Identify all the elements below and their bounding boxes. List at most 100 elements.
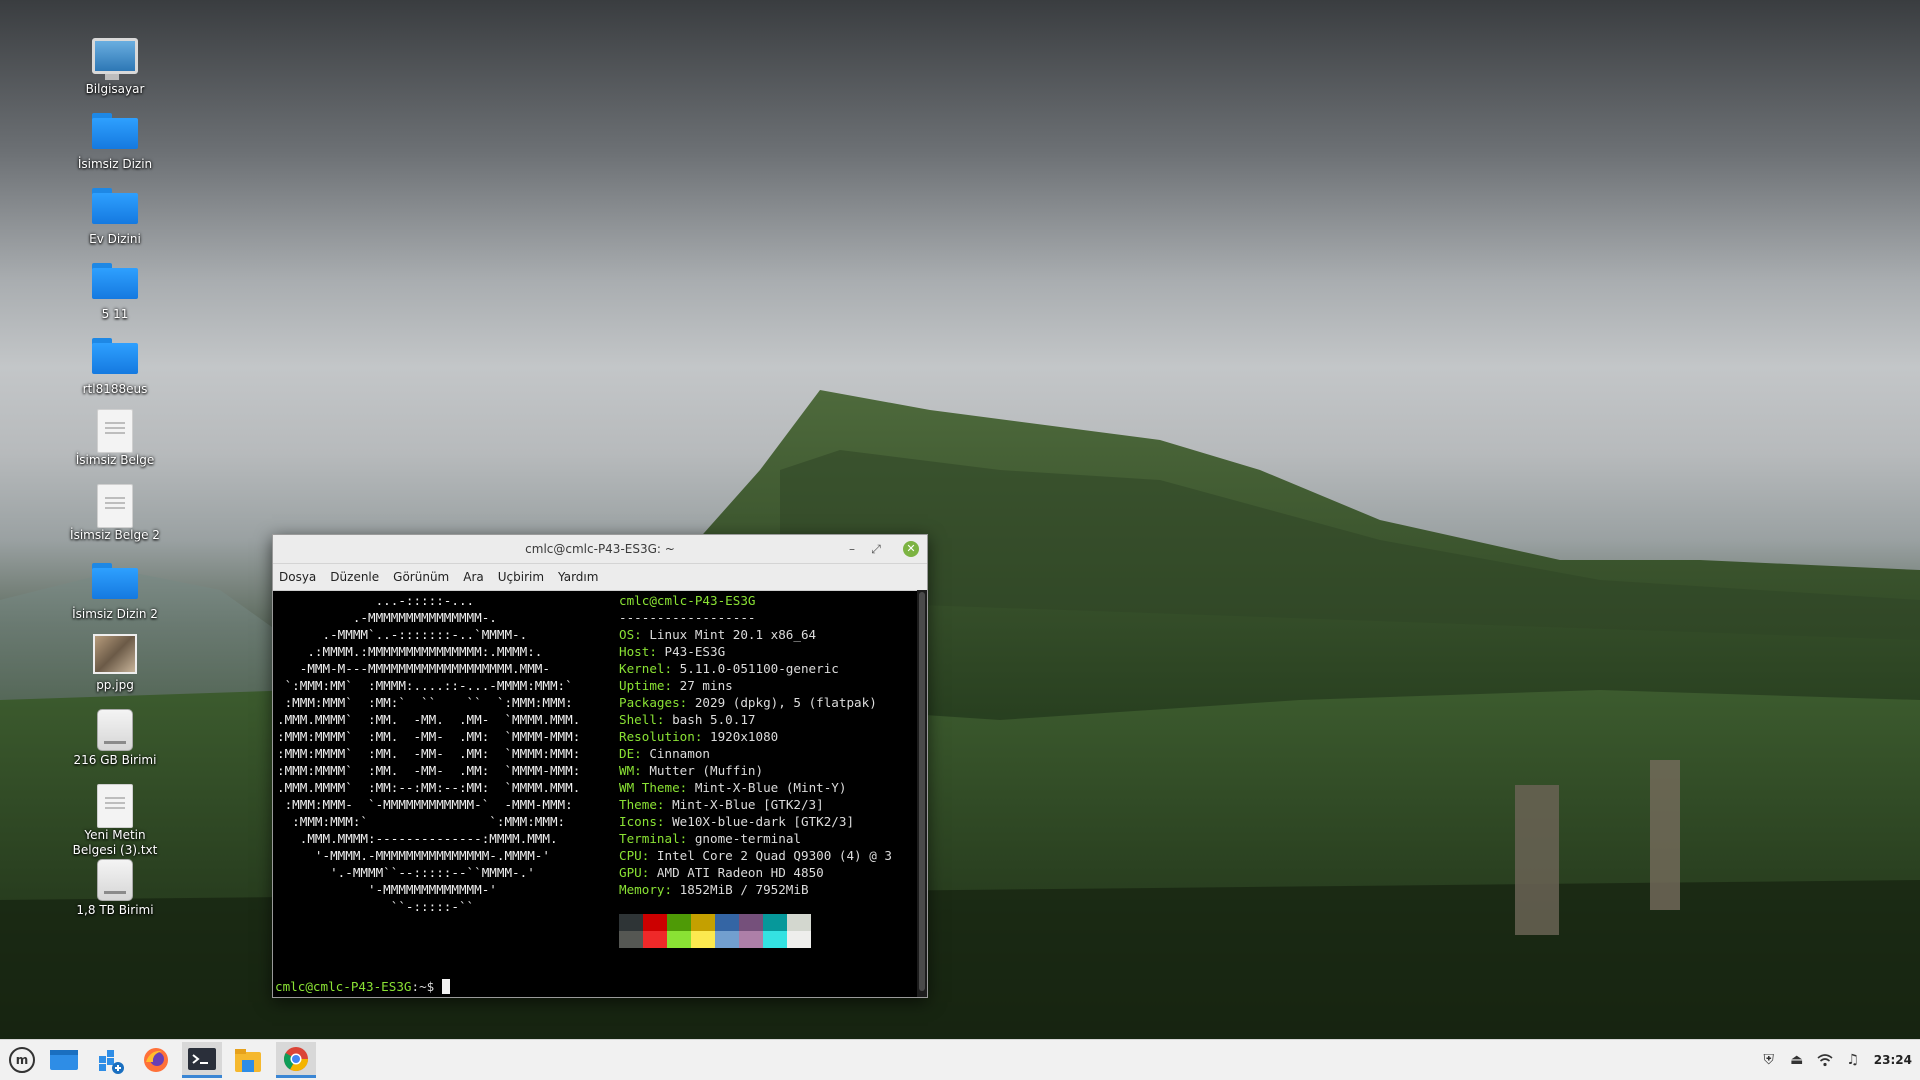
info-value: 1920x1080 (702, 729, 779, 744)
palette-swatch (619, 931, 643, 948)
show-desktop-button[interactable] (44, 1042, 84, 1078)
user-host: cmlc@cmlc-P43-ES3G (619, 593, 756, 608)
prompt-suffix: :~$ (411, 979, 442, 994)
desktop-item-document[interactable]: İsimsiz Belge 2 (60, 484, 170, 543)
computer-icon (92, 38, 138, 80)
menu-terminal[interactable]: Uçbirim (498, 570, 544, 584)
ascii-line: `:MMM:MM` :MMMM:....::-...-MMMM:MMM:` (277, 678, 573, 693)
terminal-window[interactable]: cmlc@cmlc-P43-ES3G: ~ – ⤢ ✕ Dosya Düzenl… (272, 534, 928, 998)
chrome-taskbar-button[interactable] (276, 1042, 316, 1078)
desktop-item-document[interactable]: Yeni Metin Belgesi (3).txt (60, 784, 170, 858)
info-value: Cinnamon (641, 746, 710, 761)
info-row: Host: P43-ES3G (619, 643, 892, 660)
separator: ------------------ (619, 610, 756, 625)
palette-swatch (643, 931, 667, 948)
software-manager-button[interactable] (90, 1042, 130, 1078)
terminal-output[interactable]: ...-:::::-... .-MMMMMMMMMMMMMMM-. .-MMMM… (273, 590, 917, 997)
ascii-line: .MMM.MMMM` :MM. -MM. .MM- `MMMM.MMM. (277, 712, 581, 727)
mint-menu-icon: m (9, 1047, 35, 1073)
info-row: Icons: We10X-blue-dark [GTK2/3] (619, 813, 892, 830)
info-key: Kernel: (619, 661, 673, 676)
info-row: OS: Linux Mint 20.1 x86_64 (619, 626, 892, 643)
info-key: Theme: (619, 797, 665, 812)
menu-file[interactable]: Dosya (279, 570, 316, 584)
palette-swatch (763, 914, 787, 931)
menu-edit[interactable]: Düzenle (330, 570, 379, 584)
desktop-item-image[interactable]: pp.jpg (60, 634, 170, 693)
desktop-item-label: Ev Dizini (89, 232, 141, 246)
palette-row (619, 914, 811, 931)
desktop-item-label: İsimsiz Dizin (77, 157, 153, 171)
desktop-item-label: 1,8 TB Birimi (76, 903, 154, 917)
document-icon (92, 484, 138, 528)
info-key: OS: (619, 627, 642, 642)
clock[interactable]: 23:24 (1874, 1053, 1912, 1067)
image-icon (92, 634, 138, 674)
info-row: Shell: bash 5.0.17 (619, 711, 892, 728)
desktop-item-folder[interactable]: İsimsiz Dizin 2 (60, 559, 170, 622)
scrollbar[interactable] (917, 590, 927, 997)
desktop-item-drive[interactable]: 216 GB Birimi (60, 709, 170, 768)
menu-help[interactable]: Yardım (558, 570, 598, 584)
info-row: WM Theme: Mint-X-Blue (Mint-Y) (619, 779, 892, 796)
info-key: DE: (619, 746, 642, 761)
info-value: Mint-X-Blue [GTK2/3] (664, 797, 824, 812)
info-value: We10X-blue-dark [GTK2/3] (664, 814, 855, 829)
mint-menu-button[interactable]: m (2, 1042, 42, 1078)
info-value: gnome-terminal (687, 831, 801, 846)
window-titlebar[interactable]: cmlc@cmlc-P43-ES3G: ~ – ⤢ ✕ (273, 535, 927, 564)
palette-swatch (739, 931, 763, 948)
desktop-item-folder[interactable]: İsimsiz Dizin (60, 109, 170, 172)
mint-ascii-logo: ...-:::::-... .-MMMMMMMMMMMMMMM-. .-MMMM… (277, 592, 580, 915)
desktop-item-label: 216 GB Birimi (73, 753, 157, 767)
folder-icon (92, 113, 138, 153)
scrollbar-thumb[interactable] (919, 592, 925, 991)
info-value: Intel Core 2 Quad Q9300 (4) @ 3 (649, 848, 892, 863)
drive-eject-icon[interactable]: ⏏ (1786, 1049, 1808, 1071)
ascii-line: '.-MMMM``--:::::--``MMMM-.' (277, 865, 535, 880)
ascii-line: .-MMMMMMMMMMMMMMM-. (277, 610, 497, 625)
wifi-icon[interactable] (1814, 1049, 1836, 1071)
ascii-line: .-MMMM`..-:::::::-..`MMMM-. (277, 627, 528, 642)
palette-swatch (763, 931, 787, 948)
desktop-item-drive[interactable]: 1,8 TB Birimi (60, 859, 170, 918)
info-key: CPU: (619, 848, 650, 863)
taskbar: m ⛨ ⏏ ♫ 23:24 (0, 1039, 1920, 1080)
desktop-item-label: rtl8188eus (82, 382, 148, 396)
folder-icon (92, 338, 138, 378)
info-value: AMD ATI Radeon HD 4850 (649, 865, 824, 880)
desktop-item-label: 5 11 (101, 307, 129, 321)
neofetch-info: cmlc@cmlc-P43-ES3G ------------------ OS: … (619, 592, 892, 898)
shield-icon[interactable]: ⛨ (1758, 1049, 1780, 1071)
software-manager-icon (99, 1050, 124, 1074)
folder-icon (92, 563, 138, 603)
file-manager-button[interactable] (228, 1042, 268, 1078)
desktop-item-label: İsimsiz Belge 2 (70, 528, 160, 542)
terminal-taskbar-button[interactable] (182, 1042, 222, 1078)
terminal-icon (188, 1047, 216, 1070)
desktop-item-folder[interactable]: rtl8188eus (60, 334, 170, 397)
info-value: 1852MiB / 7952MiB (672, 882, 809, 897)
palette-swatch (715, 914, 739, 931)
sound-icon[interactable]: ♫ (1842, 1049, 1864, 1071)
menu-view[interactable]: Görünüm (393, 570, 449, 584)
desktop-item-label: İsimsiz Belge (75, 453, 155, 467)
desktop-item-home[interactable]: Ev Dizini (60, 184, 170, 247)
info-value: 27 mins (672, 678, 733, 693)
palette-swatch (691, 914, 715, 931)
info-key: Memory: (619, 882, 673, 897)
close-button[interactable]: ✕ (903, 541, 919, 557)
palette-swatch (691, 931, 715, 948)
desktop-item-computer[interactable]: Bilgisayar (60, 34, 170, 97)
firefox-button[interactable] (136, 1042, 176, 1078)
desktop-item-folder[interactable]: 5 11 (60, 259, 170, 322)
desktop-item-document[interactable]: İsimsiz Belge (60, 409, 170, 468)
minimize-button[interactable]: – (843, 540, 861, 558)
maximize-button[interactable]: ⤢ (867, 540, 885, 558)
menu-search[interactable]: Ara (463, 570, 484, 584)
folder-icon (92, 263, 138, 303)
shell-prompt[interactable]: cmlc@cmlc-P43-ES3G:~$ (275, 978, 450, 995)
ascii-line: :MMM:MMM` :MM:` `` `` `:MMM:MMM: (277, 695, 573, 710)
document-icon (92, 409, 138, 453)
info-row: CPU: Intel Core 2 Quad Q9300 (4) @ 3 (619, 847, 892, 864)
